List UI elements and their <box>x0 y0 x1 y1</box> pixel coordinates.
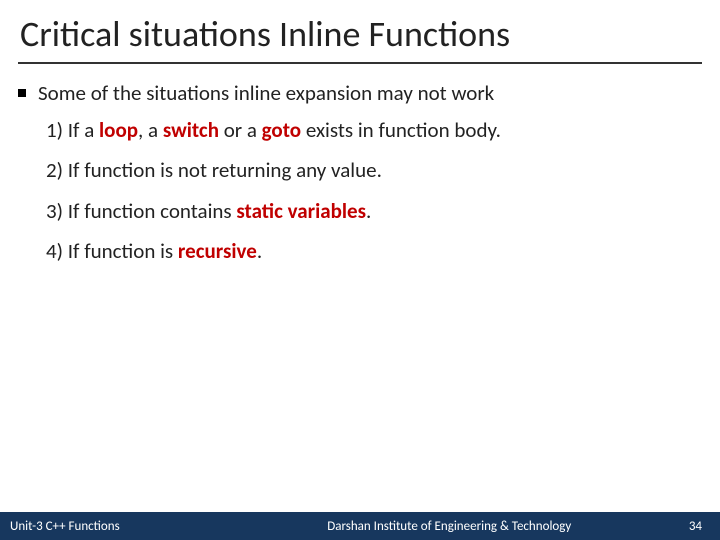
list-item: 4) If function is recursive. <box>46 237 702 265</box>
item4-post: . <box>257 238 262 264</box>
list-item: 1) If a loop, a switch or a goto exists … <box>46 116 702 144</box>
keyword-static: static variables <box>236 198 366 224</box>
footer-bar: Unit-3 C++ Functions Darshan Institute o… <box>0 512 720 540</box>
item4-pre: 4) If function is <box>46 238 178 264</box>
content-area: Some of the situations inline expansion … <box>0 74 720 283</box>
keyword-loop: loop <box>99 117 138 143</box>
bullet-icon <box>18 89 26 97</box>
item3-post: . <box>366 198 371 224</box>
list-item: 3) If function contains static variables… <box>46 197 702 225</box>
intro-row: Some of the situations inline expansion … <box>18 80 702 106</box>
item3-pre: 3) If function contains <box>46 198 236 224</box>
footer-unit: Unit-3 C++ Functions <box>0 519 120 534</box>
keyword-switch: switch <box>163 117 219 143</box>
footer-page-number: 34 <box>689 519 720 534</box>
slide-title: Critical situations Inline Functions <box>0 0 720 62</box>
footer-institute: Darshan Institute of Engineering & Techn… <box>120 519 689 534</box>
item1-mid2: or a <box>219 117 262 143</box>
title-underline <box>18 62 702 64</box>
item1-mid1: , a <box>138 117 163 143</box>
keyword-recursive: recursive <box>178 238 257 264</box>
intro-text: Some of the situations inline expansion … <box>38 80 494 106</box>
item1-post: exists in function body. <box>301 117 501 143</box>
list-item: 2) If function is not returning any valu… <box>46 156 702 184</box>
keyword-goto: goto <box>262 117 301 143</box>
item1-pre: 1) If a <box>46 117 99 143</box>
